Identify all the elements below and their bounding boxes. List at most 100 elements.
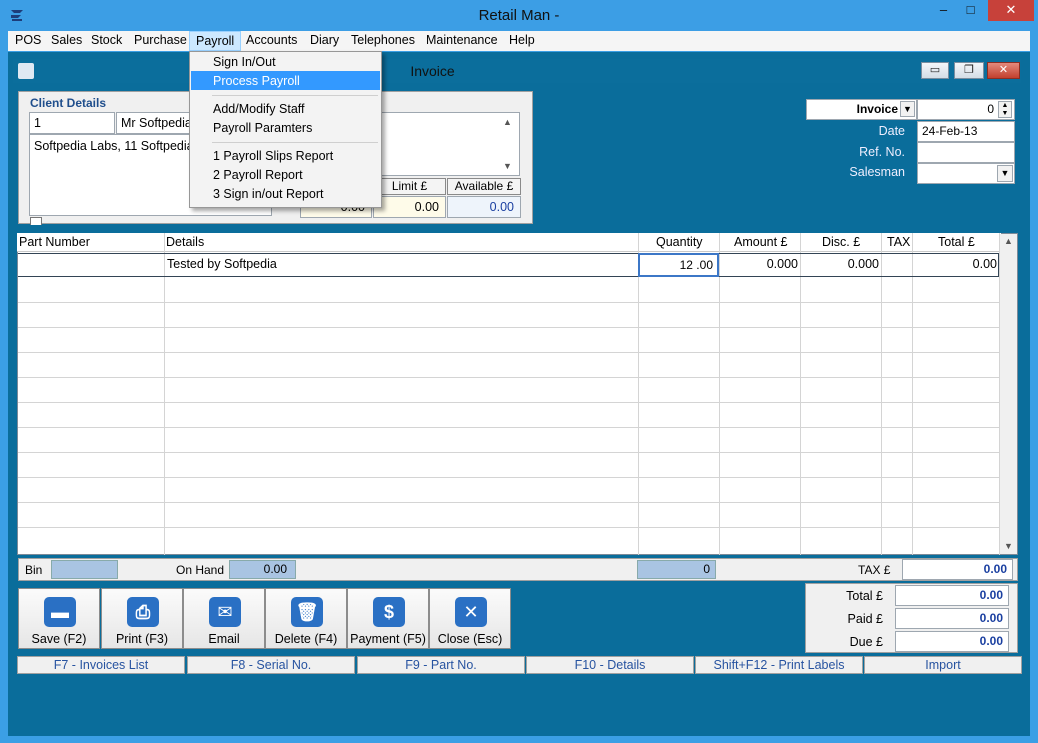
trade-checkbox[interactable] (30, 217, 42, 225)
menu-help[interactable]: Help (503, 31, 541, 51)
client-id-field[interactable]: 1 (29, 112, 115, 134)
delete-button[interactable]: 🗑 Delete (F4) (265, 588, 347, 649)
col-part-number[interactable]: Part Number (19, 235, 90, 249)
grid-row-line (18, 377, 1000, 378)
child-minimize-button[interactable]: ▭ (921, 62, 949, 79)
chevron-up-icon[interactable]: ▲ (1001, 236, 1016, 246)
row-total-cell[interactable]: 0.00 (914, 257, 997, 271)
menu-stock[interactable]: Stock (85, 31, 128, 51)
menu-purchase[interactable]: Purchase (128, 31, 193, 51)
due-value: 0.00 (895, 631, 1009, 652)
salesman-label: Salesman (806, 165, 905, 179)
limit-value: 0.00 (373, 196, 446, 218)
child-restore-button[interactable]: ❐ (954, 62, 984, 79)
tax-total-field: 0.00 (902, 559, 1013, 580)
invoice-window-title: Invoice (410, 63, 455, 79)
chevron-down-icon[interactable]: ▼ (503, 161, 512, 171)
close-window-button[interactable]: ✕ (988, 0, 1034, 21)
menu-item-process-payroll[interactable]: Process Payroll (213, 74, 300, 88)
row-quantity-cell[interactable]: 12 .00 (638, 253, 719, 277)
print-button[interactable]: ⎙ Print (F3) (101, 588, 183, 649)
chevron-down-icon[interactable]: ▼ (900, 101, 915, 117)
spinner-icon[interactable]: ▲ ▼ (998, 101, 1012, 118)
fkey-print-labels[interactable]: Shift+F12 - Print Labels (695, 656, 863, 674)
fkey-invoices-list[interactable]: F7 - Invoices List (17, 656, 185, 674)
menu-separator (212, 95, 378, 96)
col-amount[interactable]: Amount £ (734, 235, 788, 249)
print-button-label: Print (F3) (115, 632, 169, 646)
grid-row-line (18, 402, 1000, 403)
fkey-part-no[interactable]: F9 - Part No. (357, 656, 525, 674)
grid-row-line (18, 477, 1000, 478)
bin-field (51, 560, 118, 579)
ref-label: Ref. No. (806, 145, 905, 159)
date-field[interactable]: 24-Feb-13 (917, 121, 1015, 142)
ref-field[interactable] (917, 142, 1015, 163)
menu-item-payroll-report[interactable]: 2 Payroll Report (213, 168, 303, 182)
close-button-label: Close (Esc) (437, 632, 503, 646)
trash-icon: 🗑 (291, 597, 323, 627)
grid-divider (164, 233, 165, 555)
printer-icon: ⎙ (127, 597, 159, 627)
paid-value: 0.00 (895, 608, 1009, 629)
col-tax[interactable]: TAX (887, 235, 910, 249)
delete-button-label: Delete (F4) (274, 632, 338, 646)
grid-row-line (18, 427, 1000, 428)
client-details-heading: Client Details (30, 96, 107, 110)
fkey-serial-no[interactable]: F8 - Serial No. (187, 656, 355, 674)
save-button-label: Save (F2) (31, 632, 87, 646)
quantity-total-field: 0 (637, 560, 716, 579)
close-x-icon: ✕ (455, 597, 487, 627)
grid-row-line (18, 502, 1000, 503)
email-button-label: Email (208, 632, 240, 646)
due-label: Due £ (849, 635, 883, 649)
grid-row-line (18, 527, 1000, 528)
chevron-up-icon[interactable]: ▲ (503, 117, 512, 127)
payment-button[interactable]: $ Payment (F5) (347, 588, 429, 649)
row-details-cell[interactable]: Tested by Softpedia (167, 257, 277, 271)
grid-divider (719, 233, 720, 555)
paid-label: Paid £ (847, 612, 883, 626)
chevron-down-icon[interactable]: ▼ (1001, 541, 1016, 551)
menu-pos[interactable]: POS (9, 31, 47, 51)
close-invoice-button[interactable]: ✕ Close (Esc) (429, 588, 511, 649)
menu-item-add-modify-staff[interactable]: Add/Modify Staff (213, 102, 305, 116)
save-button[interactable]: ▬ Save (F2) (18, 588, 100, 649)
grid-scrollbar[interactable] (1000, 234, 1017, 554)
limit-header: Limit £ (373, 178, 446, 195)
menu-item-sign-in-out[interactable]: Sign In/Out (213, 55, 276, 69)
chevron-down-icon[interactable]: ▼ (997, 165, 1013, 182)
menu-item-payroll-parameters[interactable]: Payroll Paramters (213, 121, 312, 135)
menu-sales[interactable]: Sales (45, 31, 88, 51)
menu-item-payroll-slips-report[interactable]: 1 Payroll Slips Report (213, 149, 333, 163)
grid-row-line (18, 352, 1000, 353)
minimize-button[interactable]: ‒ (930, 0, 957, 21)
menu-payroll[interactable]: Payroll (189, 31, 242, 51)
onhand-label: On Hand (176, 563, 225, 577)
fkey-details[interactable]: F10 - Details (526, 656, 694, 674)
grid-divider (800, 233, 801, 555)
date-label: Date (806, 124, 905, 138)
menu-accounts[interactable]: Accounts (240, 31, 303, 51)
menu-diary[interactable]: Diary (304, 31, 345, 51)
menu-telephones[interactable]: Telephones (345, 31, 421, 51)
col-quantity[interactable]: Quantity (656, 235, 703, 249)
col-details[interactable]: Details (166, 235, 204, 249)
menu-bar: POS Sales Stock Purchase Payroll Account… (8, 31, 1030, 51)
menu-maintenance[interactable]: Maintenance (420, 31, 504, 51)
invoice-lines-grid (17, 233, 1018, 555)
email-button[interactable]: ✉ Email (183, 588, 265, 649)
fkey-import[interactable]: Import (864, 656, 1022, 674)
col-disc[interactable]: Disc. £ (822, 235, 860, 249)
maximize-button[interactable]: □ (957, 0, 984, 21)
grid-divider (638, 233, 639, 555)
menu-item-sign-in-out-report[interactable]: 3 Sign in/out Report (213, 187, 324, 201)
row-disc-cell[interactable]: 0.000 (802, 257, 879, 271)
available-value: 0.00 (447, 196, 521, 218)
row-amount-cell[interactable]: 0.000 (721, 257, 798, 271)
child-close-button[interactable]: ✕ (987, 62, 1020, 79)
col-total[interactable]: Total £ (938, 235, 975, 249)
save-icon: ▬ (44, 597, 76, 627)
bin-label: Bin (25, 563, 43, 577)
grid-row-line (18, 302, 1000, 303)
